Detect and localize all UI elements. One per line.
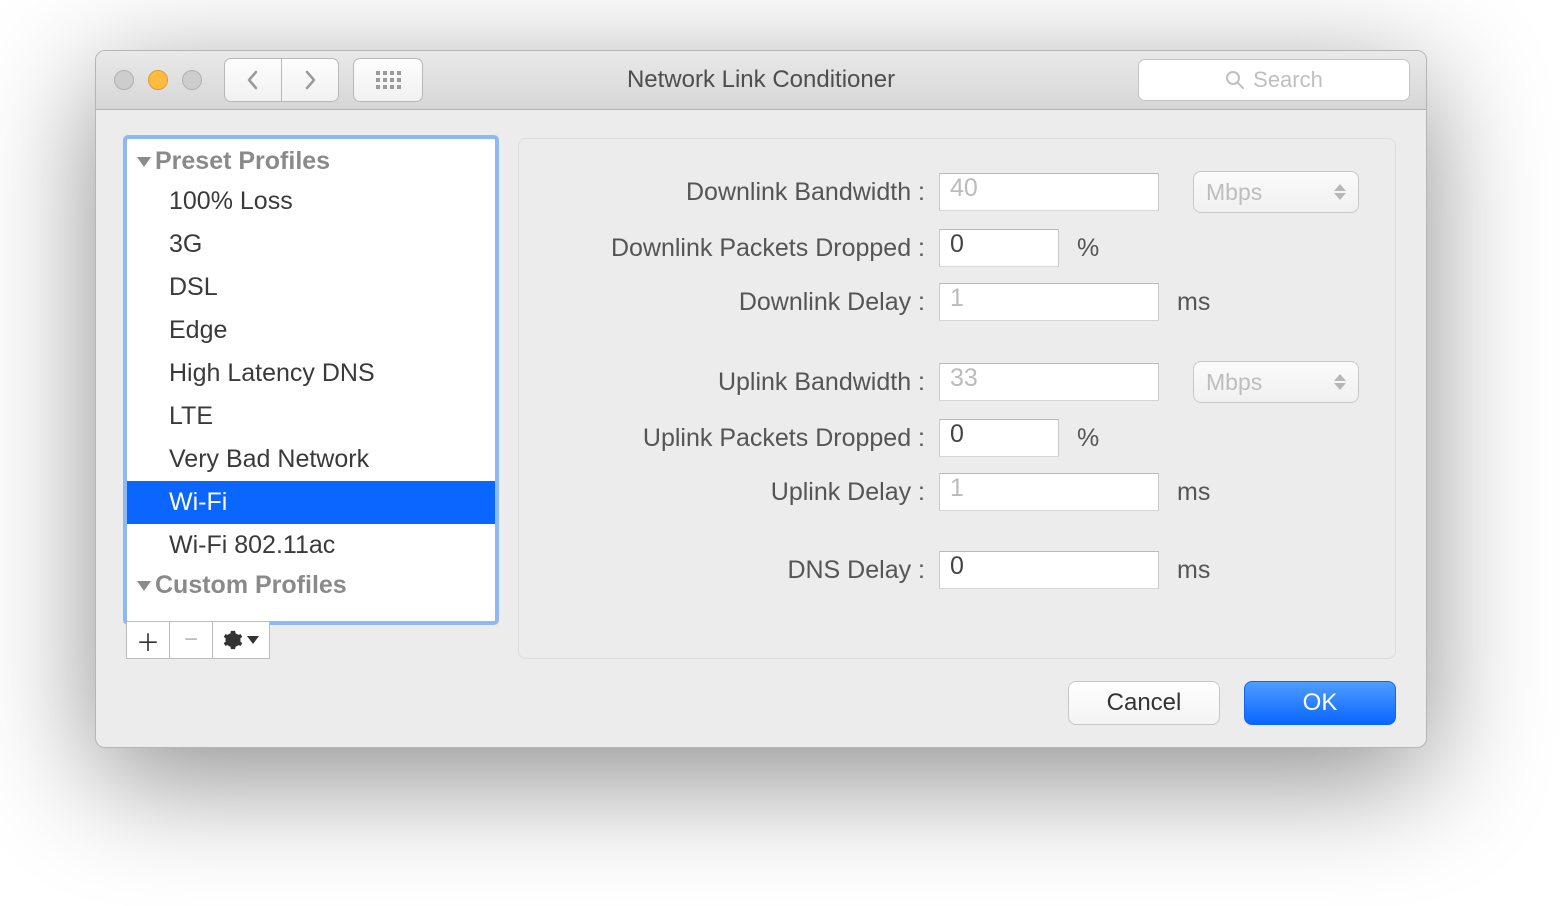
cancel-button[interactable]: Cancel <box>1068 681 1220 725</box>
custom-profiles-label: Custom Profiles <box>155 571 347 600</box>
uplink-bandwidth-unit-select[interactable]: Mbps <box>1193 361 1359 403</box>
forward-button[interactable] <box>282 58 339 102</box>
nav-group <box>224 58 339 102</box>
downlink-delay-label: Downlink Delay : <box>555 288 939 317</box>
uplink-delay-input[interactable]: 1 <box>939 473 1159 511</box>
dns-delay-input[interactable]: 0 <box>939 551 1159 589</box>
search-placeholder: Search <box>1253 67 1323 93</box>
uplink-delay-label: Uplink Delay : <box>555 478 939 507</box>
titlebar: Network Link Conditioner Search <box>96 51 1426 110</box>
back-button[interactable] <box>224 58 282 102</box>
minus-icon: − <box>184 626 198 654</box>
downlink-dropped-input[interactable]: 0 <box>939 229 1059 267</box>
sidebar-column: Preset Profiles 100% Loss3GDSLEdgeHigh L… <box>126 138 496 659</box>
disclosure-triangle-icon <box>137 581 151 591</box>
preset-profiles-label: Preset Profiles <box>155 147 330 176</box>
uplink-bandwidth-input[interactable]: 33 <box>939 363 1159 401</box>
downlink-bandwidth-input[interactable]: 40 <box>939 173 1159 211</box>
minimize-window-button[interactable] <box>148 70 168 90</box>
list-item[interactable]: High Latency DNS <box>127 352 495 395</box>
sidebar-toolbar: ＋ − <box>126 622 496 659</box>
plus-icon: ＋ <box>136 623 160 658</box>
ms-unit: ms <box>1177 288 1210 317</box>
list-item[interactable]: LTE <box>127 395 495 438</box>
ms-unit: ms <box>1177 556 1210 585</box>
unit-label: Mbps <box>1206 369 1262 396</box>
remove-profile-button[interactable]: − <box>170 621 213 659</box>
profile-actions-menu[interactable] <box>213 621 270 659</box>
uplink-bandwidth-label: Uplink Bandwidth : <box>555 368 939 397</box>
ok-button[interactable]: OK <box>1244 681 1396 725</box>
grid-icon <box>376 71 401 89</box>
list-item[interactable]: Very Bad Network <box>127 438 495 481</box>
list-item[interactable]: Edge <box>127 309 495 352</box>
dns-delay-label: DNS Delay : <box>555 556 939 585</box>
list-item[interactable]: Wi-Fi 802.11ac <box>127 524 495 567</box>
chevron-down-icon <box>247 636 259 644</box>
list-item[interactable]: 3G <box>127 223 495 266</box>
list-item[interactable]: Wi-Fi <box>127 481 495 524</box>
percent-unit: % <box>1077 234 1099 263</box>
settings-panel: Downlink Bandwidth : 40 Mbps Downlink Pa… <box>518 138 1396 659</box>
disclosure-triangle-icon <box>137 157 151 167</box>
downlink-delay-input[interactable]: 1 <box>939 283 1159 321</box>
uplink-dropped-input[interactable]: 0 <box>939 419 1059 457</box>
downlink-bandwidth-label: Downlink Bandwidth : <box>555 178 939 207</box>
zoom-window-button[interactable] <box>182 70 202 90</box>
ms-unit: ms <box>1177 478 1210 507</box>
list-item[interactable]: 100% Loss <box>127 180 495 223</box>
close-window-button[interactable] <box>114 70 134 90</box>
prefs-window: Network Link Conditioner Search Preset P… <box>95 50 1427 748</box>
gear-icon <box>223 630 243 650</box>
stepper-icon <box>1334 184 1346 200</box>
unit-label: Mbps <box>1206 179 1262 206</box>
stepper-icon <box>1334 374 1346 390</box>
show-all-button[interactable] <box>353 58 423 102</box>
downlink-bandwidth-unit-select[interactable]: Mbps <box>1193 171 1359 213</box>
list-item[interactable]: DSL <box>127 266 495 309</box>
downlink-dropped-label: Downlink Packets Dropped : <box>555 234 939 263</box>
body: Preset Profiles 100% Loss3GDSLEdgeHigh L… <box>96 110 1426 681</box>
dialog-footer: Cancel OK <box>96 681 1426 747</box>
uplink-dropped-label: Uplink Packets Dropped : <box>555 424 939 453</box>
search-icon <box>1225 70 1245 90</box>
preset-profiles-header[interactable]: Preset Profiles <box>127 143 495 180</box>
custom-profiles-header[interactable]: Custom Profiles <box>127 567 495 604</box>
percent-unit: % <box>1077 424 1099 453</box>
add-profile-button[interactable]: ＋ <box>126 621 170 659</box>
window-controls <box>114 70 202 90</box>
search-input[interactable]: Search <box>1138 59 1410 101</box>
profiles-sidebar[interactable]: Preset Profiles 100% Loss3GDSLEdgeHigh L… <box>126 138 496 622</box>
